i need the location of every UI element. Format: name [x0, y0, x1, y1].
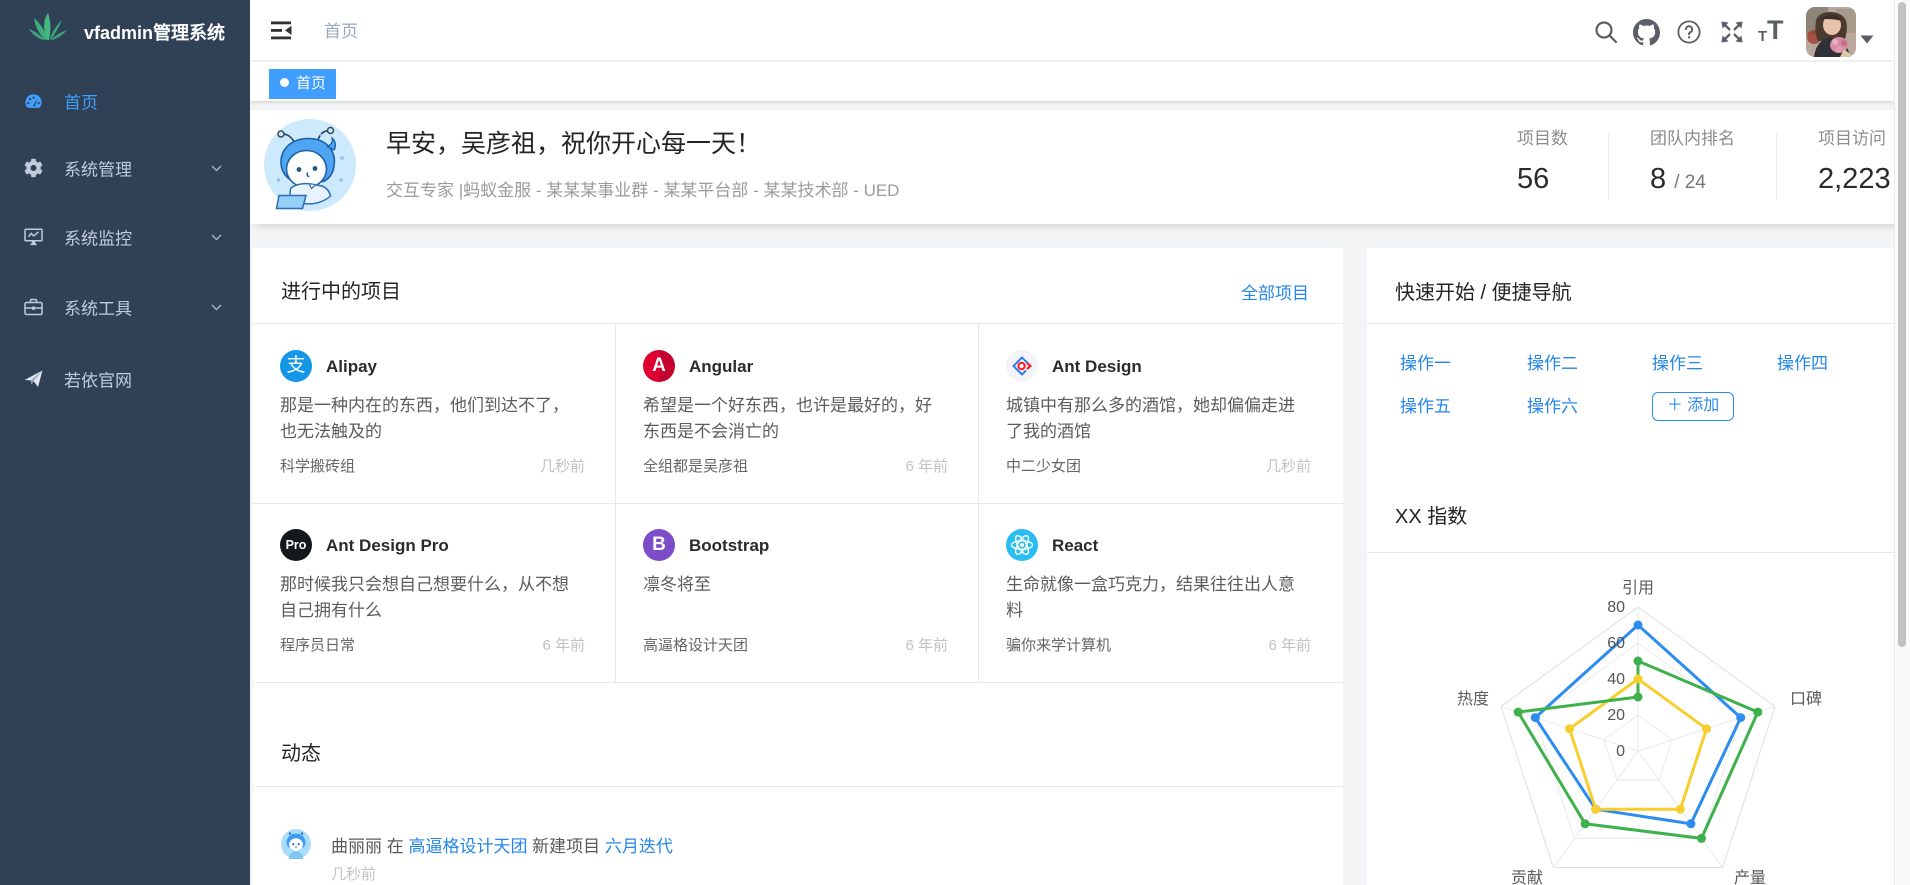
svg-text:80: 80	[1607, 599, 1625, 616]
svg-text:60: 60	[1607, 635, 1625, 652]
svg-text:口碑: 口碑	[1790, 690, 1822, 708]
svg-text:引用: 引用	[1622, 579, 1654, 597]
svg-text:热度: 热度	[1457, 690, 1489, 708]
svg-text:0: 0	[1616, 743, 1625, 760]
svg-text:40: 40	[1607, 671, 1625, 688]
svg-text:贡献: 贡献	[1511, 869, 1543, 885]
svg-text:产量: 产量	[1734, 869, 1766, 885]
svg-text:20: 20	[1607, 707, 1625, 724]
